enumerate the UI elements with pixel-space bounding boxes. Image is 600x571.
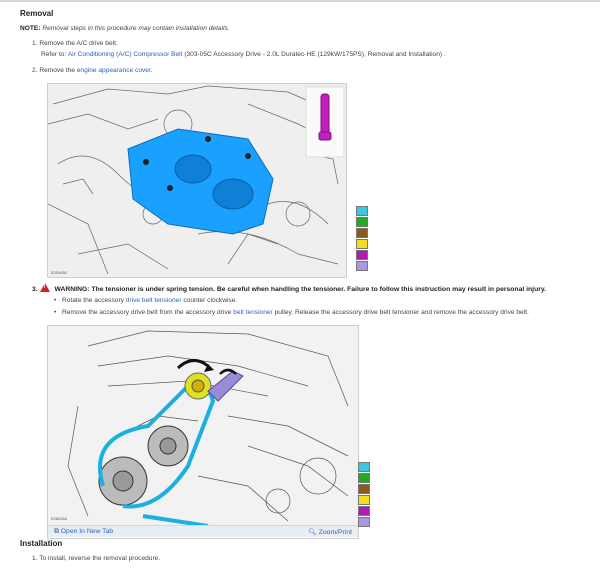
swatch-brown [358, 484, 370, 494]
removal-heading: Removal [20, 9, 54, 18]
engine-cover-illustration [48, 84, 346, 277]
swatch-magenta [356, 250, 368, 260]
warning-triangle-icon: ! [39, 283, 50, 292]
step2-label: 2. Remove the engine appearance cover. [32, 67, 153, 74]
engine-cover-link[interactable]: engine appearance cover [77, 67, 151, 74]
swatch-yellow [356, 239, 368, 249]
open-new-tab-label: Open In New Tab [60, 528, 114, 535]
step3-bullet2: Remove the accessory drive belt from the… [54, 309, 529, 316]
step3-number: 3. [32, 286, 38, 293]
warning-text: WARNING: The tensioner is under spring t… [54, 286, 547, 293]
step2-suffix: . [150, 67, 153, 74]
swatch-cyan [356, 206, 368, 216]
note-line: NOTE: Removal steps in this procedure ma… [20, 25, 230, 32]
swatch-lavender [358, 517, 370, 527]
swatch-green [358, 473, 370, 483]
step1-label: 1. Remove the A/C drive belt. [32, 40, 118, 47]
figure1-color-legend [356, 206, 368, 272]
refer-prefix: Refer to: [41, 51, 67, 58]
swatch-magenta [358, 506, 370, 516]
installation-heading: Installation [20, 539, 63, 548]
bullet2-suffix: pulley. Release the accessory drive belt… [274, 309, 529, 316]
figure-toolbar: ⧉ Open In New Tab 🔍︎ Zoom/Print [48, 525, 358, 537]
step3-bullet1: Rotate the accessory drive belt tensione… [54, 297, 238, 304]
note-label: NOTE: [20, 25, 41, 32]
zoom-print-label: Zoom/Print [318, 529, 352, 536]
figure2-id: E260284 [51, 516, 68, 521]
swatch-lavender [356, 261, 368, 271]
magnifier-icon: 🔍︎ [308, 529, 317, 536]
swatch-green [356, 217, 368, 227]
bullet1-suffix: counter clockwise. [183, 297, 238, 304]
belt-tensioner-figure: E260284 ⧉ Open In New Tab 🔍︎ Zoom/Print [47, 325, 359, 539]
belt-tensioner-link[interactable]: belt tensioner [233, 309, 273, 316]
figure1-id: E251652 [51, 270, 68, 275]
step1-refer: Refer to: Air Conditioning (A/C) Compres… [41, 51, 446, 58]
figure2-color-legend [358, 462, 370, 528]
ac-belt-link[interactable]: Air Conditioning (A/C) Compressor Belt [68, 51, 183, 58]
step3-warning: 3. ! WARNING: The tensioner is under spr… [32, 282, 546, 293]
external-link-icon: ⧉ [54, 528, 59, 535]
top-divider [0, 0, 600, 2]
belt-tensioner-illustration [48, 326, 358, 528]
refer-suffix: (303-05C Accessory Drive - 2.0L Duratec-… [184, 51, 446, 58]
zoom-print-button[interactable]: 🔍︎ Zoom/Print [308, 528, 352, 536]
swatch-brown [356, 228, 368, 238]
note-text: Removal steps in this procedure may cont… [42, 25, 230, 32]
engine-cover-figure: E251652 [47, 83, 347, 278]
bullet1-prefix: Rotate the accessory [62, 297, 124, 304]
installation-step1: 1. To install, reverse the removal proce… [32, 555, 161, 562]
step2-prefix: 2. Remove the [32, 67, 75, 74]
swatch-cyan [358, 462, 370, 472]
bullet2-prefix: Remove the accessory drive belt from the… [62, 309, 232, 316]
open-new-tab-button[interactable]: ⧉ Open In New Tab [54, 528, 113, 536]
swatch-yellow [358, 495, 370, 505]
drive-belt-tensioner-link[interactable]: drive belt tensioner [126, 297, 182, 304]
